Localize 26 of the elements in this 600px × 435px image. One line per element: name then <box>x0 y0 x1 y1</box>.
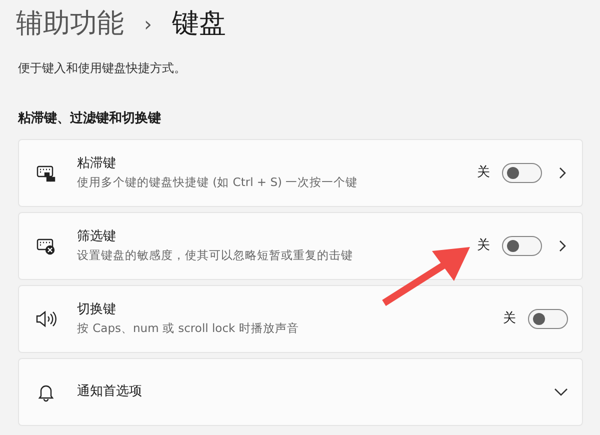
setting-card[interactable]: 筛选键 设置键盘的敏感度，使其可以忽略短暂或重复的击键 关 <box>18 212 583 280</box>
toggle-switch[interactable] <box>502 236 542 256</box>
breadcrumb-separator: › <box>144 11 152 38</box>
chevron-down-icon[interactable] <box>554 388 568 396</box>
setting-card[interactable]: 通知首选项 <box>18 358 583 426</box>
section-title: 粘滞键、过滤键和切换键 <box>16 110 162 128</box>
toggle-switch[interactable] <box>502 162 542 182</box>
toggle-state-label: 关 <box>477 164 490 182</box>
toggle-switch[interactable] <box>528 308 568 328</box>
page-title: 键盘 <box>172 6 226 41</box>
setting-title: 筛选键 <box>77 228 117 246</box>
setting-title: 通知首选项 <box>77 382 143 401</box>
page-description: 便于键入和使用键盘快捷方式。 <box>17 60 187 77</box>
setting-description: 设置键盘的敏感度，使其可以忽略短暂或重复的击键 <box>77 247 354 264</box>
chevron-right-icon[interactable] <box>558 240 566 252</box>
setting-title: 粘滞键 <box>77 154 117 173</box>
toggle-state-label: 关 <box>503 310 516 328</box>
setting-title: 切换键 <box>77 300 117 319</box>
setting-card[interactable]: 切换键 按 Caps、num 或 scroll lock 时播放声音 关 <box>18 284 583 352</box>
setting-description: 按 Caps、num 或 scroll lock 时播放声音 <box>77 320 300 338</box>
setting-description: 使用多个键的键盘快捷键 (如 Ctrl + S) 一次按一个键 <box>77 174 359 192</box>
setting-card[interactable]: 粘滞键 使用多个键的键盘快捷键 (如 Ctrl + S) 一次按一个键 关 <box>18 138 583 206</box>
speaker-icon <box>35 308 57 328</box>
breadcrumb-parent[interactable]: 辅助功能 <box>16 4 124 44</box>
toggle-state-label: 关 <box>477 236 490 255</box>
chevron-right-icon[interactable] <box>558 166 566 178</box>
